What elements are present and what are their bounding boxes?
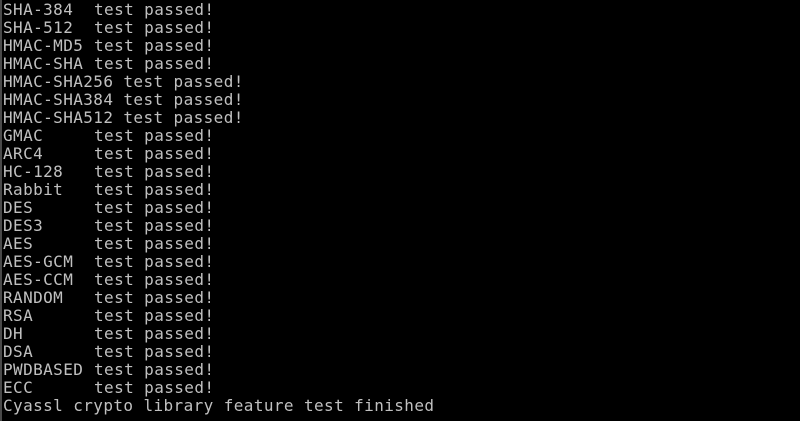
console-output: SHA-384 test passed! SHA-512 test passed! …	[3, 1, 434, 421]
algorithm-name: PWDBASED	[3, 360, 84, 379]
test-status: test passed!	[123, 72, 244, 91]
test-result-line: ECC test passed!	[3, 379, 434, 397]
algorithm-name: AES-GCM	[3, 252, 74, 271]
test-status: test passed!	[94, 216, 215, 235]
test-result-line: HMAC-MD5 test passed!	[3, 37, 434, 55]
algorithm-name: Rabbit	[3, 180, 64, 199]
test-status: test passed!	[94, 270, 215, 289]
test-result-line: RSA test passed!	[3, 307, 434, 325]
test-status: test passed!	[94, 54, 215, 73]
algorithm-name: GMAC	[3, 126, 44, 145]
test-status: test passed!	[94, 378, 215, 397]
algorithm-name: HMAC-MD5	[3, 36, 84, 55]
test-result-line: RANDOM test passed!	[3, 289, 434, 307]
test-status: test passed!	[94, 36, 215, 55]
test-status: test passed!	[94, 180, 215, 199]
test-result-line: AES test passed!	[3, 235, 434, 253]
test-result-line: PWDBASED test passed!	[3, 361, 434, 379]
algorithm-name: HMAC-SHA	[3, 54, 84, 73]
test-status: test passed!	[94, 198, 215, 217]
algorithm-name: SHA-384	[3, 0, 74, 19]
algorithm-name: DES3	[3, 216, 44, 235]
test-status: test passed!	[94, 342, 215, 361]
console-window[interactable]: SHA-384 test passed! SHA-512 test passed! …	[0, 0, 800, 421]
test-status: test passed!	[94, 234, 215, 253]
test-result-line: GMAC test passed!	[3, 127, 434, 145]
algorithm-name: HMAC-SHA384	[3, 90, 114, 109]
test-result-line: HMAC-SHA test passed!	[3, 55, 434, 73]
algorithm-name: RANDOM	[3, 288, 64, 307]
algorithm-name: HMAC-SHA256	[3, 72, 114, 91]
algorithm-name: HC-128	[3, 162, 64, 181]
algorithm-name: ARC4	[3, 144, 44, 163]
test-status: test passed!	[123, 108, 244, 127]
test-status: test passed!	[94, 144, 215, 163]
test-result-line: DES3 test passed!	[3, 217, 434, 235]
test-result-line: DH test passed!	[3, 325, 434, 343]
test-result-line: HMAC-SHA256 test passed!	[3, 73, 434, 91]
test-status: test passed!	[94, 288, 215, 307]
algorithm-name: DH	[3, 324, 24, 343]
test-status: test passed!	[94, 0, 215, 19]
algorithm-name: AES-CCM	[3, 270, 74, 289]
test-result-line: Rabbit test passed!	[3, 181, 434, 199]
test-result-line: ARC4 test passed!	[3, 145, 434, 163]
test-status: test passed!	[123, 90, 244, 109]
test-status: test passed!	[94, 324, 215, 343]
test-result-line: AES-GCM test passed!	[3, 253, 434, 271]
test-result-line: HC-128 test passed!	[3, 163, 434, 181]
algorithm-name: AES	[3, 234, 34, 253]
finish-message: Cyassl crypto library feature test finis…	[3, 396, 435, 415]
algorithm-name: SHA-512	[3, 18, 74, 37]
test-status: test passed!	[94, 162, 215, 181]
test-result-line: SHA-512 test passed!	[3, 19, 434, 37]
test-result-line: AES-CCM test passed!	[3, 271, 434, 289]
test-status: test passed!	[94, 306, 215, 325]
test-status: test passed!	[94, 18, 215, 37]
algorithm-name: DES	[3, 198, 34, 217]
algorithm-name: HMAC-SHA512	[3, 108, 114, 127]
algorithm-name: DSA	[3, 342, 34, 361]
test-result-line: HMAC-SHA512 test passed!	[3, 109, 434, 127]
test-status: test passed!	[94, 360, 215, 379]
test-result-line: DES test passed!	[3, 199, 434, 217]
algorithm-name: RSA	[3, 306, 34, 325]
test-result-line: HMAC-SHA384 test passed!	[3, 91, 434, 109]
test-result-line: SHA-384 test passed!	[3, 1, 434, 19]
test-status: test passed!	[94, 126, 215, 145]
algorithm-name: ECC	[3, 378, 34, 397]
test-status: test passed!	[94, 252, 215, 271]
test-result-line: DSA test passed!	[3, 343, 434, 361]
